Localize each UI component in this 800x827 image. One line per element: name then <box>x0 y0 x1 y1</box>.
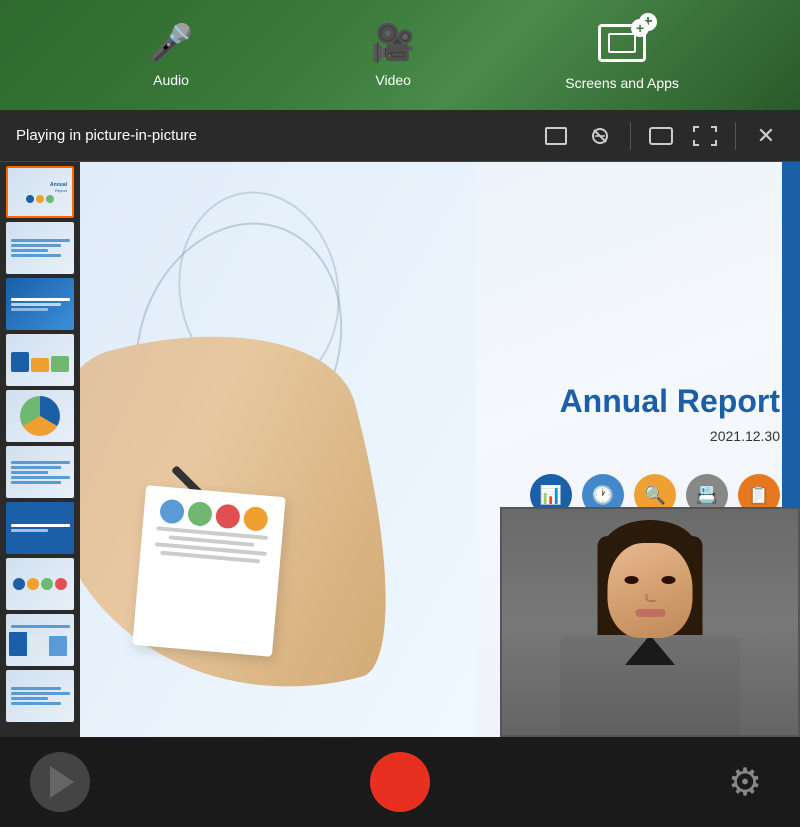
slide-thumb-9[interactable] <box>6 614 74 666</box>
bottom-bar: ⚙ <box>0 737 800 827</box>
presenter-video <box>502 509 798 735</box>
window-icon <box>649 127 673 145</box>
slide-thumb-8[interactable] <box>6 558 74 610</box>
video-label: Video <box>375 72 411 88</box>
slide-thumb-2[interactable] <box>6 222 74 274</box>
main-content: Annual Report <box>0 162 800 737</box>
pip-separator <box>630 122 631 150</box>
circle-red <box>215 503 241 529</box>
pip-controls: ✕ <box>538 118 784 154</box>
no-video-icon <box>588 126 612 146</box>
screens-apps-label: Screens and Apps <box>565 75 679 91</box>
slide-thumb-4[interactable] <box>6 334 74 386</box>
circle-orange <box>243 506 269 532</box>
slide-thumb-7[interactable] <box>6 502 74 554</box>
person-eye-right <box>662 576 676 584</box>
slide-title: Annual Report <box>450 383 780 420</box>
pip-separator-2 <box>735 122 736 150</box>
slide-content: Annual Report 2021.12.30 📊 🕐 🔍 📇 📋 <box>80 162 800 737</box>
fullscreen-icon <box>693 126 717 146</box>
presentation-area: Annual Report 2021.12.30 📊 🕐 🔍 📇 📋 <box>80 162 800 737</box>
top-toolbar: 🎤 Audio 🎥 Video + Screens and Apps <box>0 0 800 110</box>
settings-button[interactable]: ⚙ <box>720 757 770 807</box>
person-eye-left <box>625 576 639 584</box>
person-nose <box>645 594 655 602</box>
slide-thumbnail-panel: Annual Report <box>0 162 80 737</box>
logo-play-icon <box>50 766 74 798</box>
presenter-visual <box>80 162 476 737</box>
slide-thumb-1[interactable]: Annual Report <box>6 166 74 218</box>
person-body <box>560 635 740 735</box>
pip-no-video-button[interactable] <box>582 118 618 154</box>
pip-square-button[interactable] <box>538 118 574 154</box>
circle-blue <box>159 498 185 524</box>
pip-bar: Playing in picture-in-picture <box>0 110 800 162</box>
slide-thumb-5[interactable] <box>6 390 74 442</box>
camera-feed <box>500 507 800 737</box>
clipboard-circles <box>159 498 269 531</box>
person-face <box>608 543 693 638</box>
circle-green <box>187 501 213 527</box>
record-button[interactable] <box>370 752 430 812</box>
audio-button[interactable]: 🎤 Audio <box>121 22 221 88</box>
camera-icon: 🎥 <box>371 22 416 64</box>
whiteboard-background <box>80 162 476 737</box>
slide-thumb-6[interactable] <box>6 446 74 498</box>
gear-icon: ⚙ <box>728 760 762 805</box>
slide-thumb-10[interactable] <box>6 670 74 722</box>
audio-label: Audio <box>153 72 189 88</box>
slide-date: 2021.12.30 <box>450 428 780 444</box>
slide-thumb-3[interactable] <box>6 278 74 330</box>
pip-status-text: Playing in picture-in-picture <box>16 127 526 144</box>
clipboard-paper <box>133 485 286 657</box>
app-logo <box>30 752 90 812</box>
person-collar <box>625 635 675 665</box>
video-button[interactable]: 🎥 Video <box>343 22 443 88</box>
person-lips <box>635 609 665 617</box>
screens-apps-button[interactable]: + Screens and Apps <box>565 19 679 91</box>
pip-window-button[interactable] <box>643 118 679 154</box>
pip-fullscreen-button[interactable] <box>687 118 723 154</box>
pip-square-icon <box>545 127 567 145</box>
microphone-icon: 🎤 <box>149 22 194 64</box>
pip-close-button[interactable]: ✕ <box>748 118 784 154</box>
